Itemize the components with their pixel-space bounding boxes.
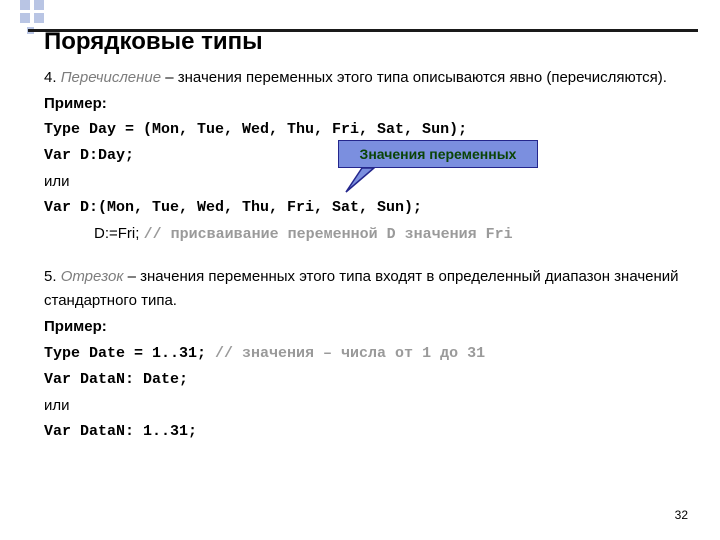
- section-4-rest: – значения переменных этого типа описыва…: [161, 69, 667, 86]
- callout-box: Значения переменных: [338, 140, 538, 168]
- slide-body: 4. Перечисление – значения переменных эт…: [44, 66, 700, 444]
- code-4b: // присваивание переменной D значения Fr…: [144, 226, 513, 243]
- or-label-2: или: [44, 394, 700, 418]
- example-label-2: Пример:: [44, 315, 700, 339]
- spacer: [44, 249, 700, 263]
- code-line-3: Var D:(Mon, Tue, Wed, Thu, Fri, Sat, Sun…: [44, 196, 700, 220]
- code-4a: D:=Fri;: [94, 225, 144, 242]
- section-5: 5. Отрезок – значения переменных этого т…: [44, 265, 700, 313]
- code-line-5: Type Date = 1..31; // значения – числа о…: [44, 341, 700, 366]
- section-5-num: 5.: [44, 268, 61, 285]
- callout-text: Значения переменных: [360, 146, 517, 162]
- example-label-1: Пример:: [44, 92, 700, 116]
- section-5-term: Отрезок: [61, 268, 124, 285]
- code-line-6: Var DataN: Date;: [44, 368, 700, 392]
- code-line-1: Type Day = (Mon, Tue, Wed, Thu, Fri, Sat…: [44, 118, 700, 142]
- page-number: 32: [675, 508, 688, 522]
- code-line-4: D:=Fri; // присваивание переменной D зна…: [44, 222, 700, 247]
- section-4-term: Перечисление: [61, 69, 161, 86]
- section-5-rest: – значения переменных этого типа входят …: [44, 268, 679, 309]
- callout-tail: [340, 166, 380, 196]
- slide-content: Порядковые типы 4. Перечисление – значен…: [44, 28, 700, 446]
- section-4: 4. Перечисление – значения переменных эт…: [44, 66, 700, 90]
- slide-title: Порядковые типы: [44, 28, 700, 56]
- section-4-num: 4.: [44, 69, 61, 86]
- code-line-7: Var DataN: 1..31;: [44, 420, 700, 444]
- code-5a: Type Date = 1..31;: [44, 345, 215, 362]
- code-5b: // значения – числа от 1 до 31: [215, 345, 485, 362]
